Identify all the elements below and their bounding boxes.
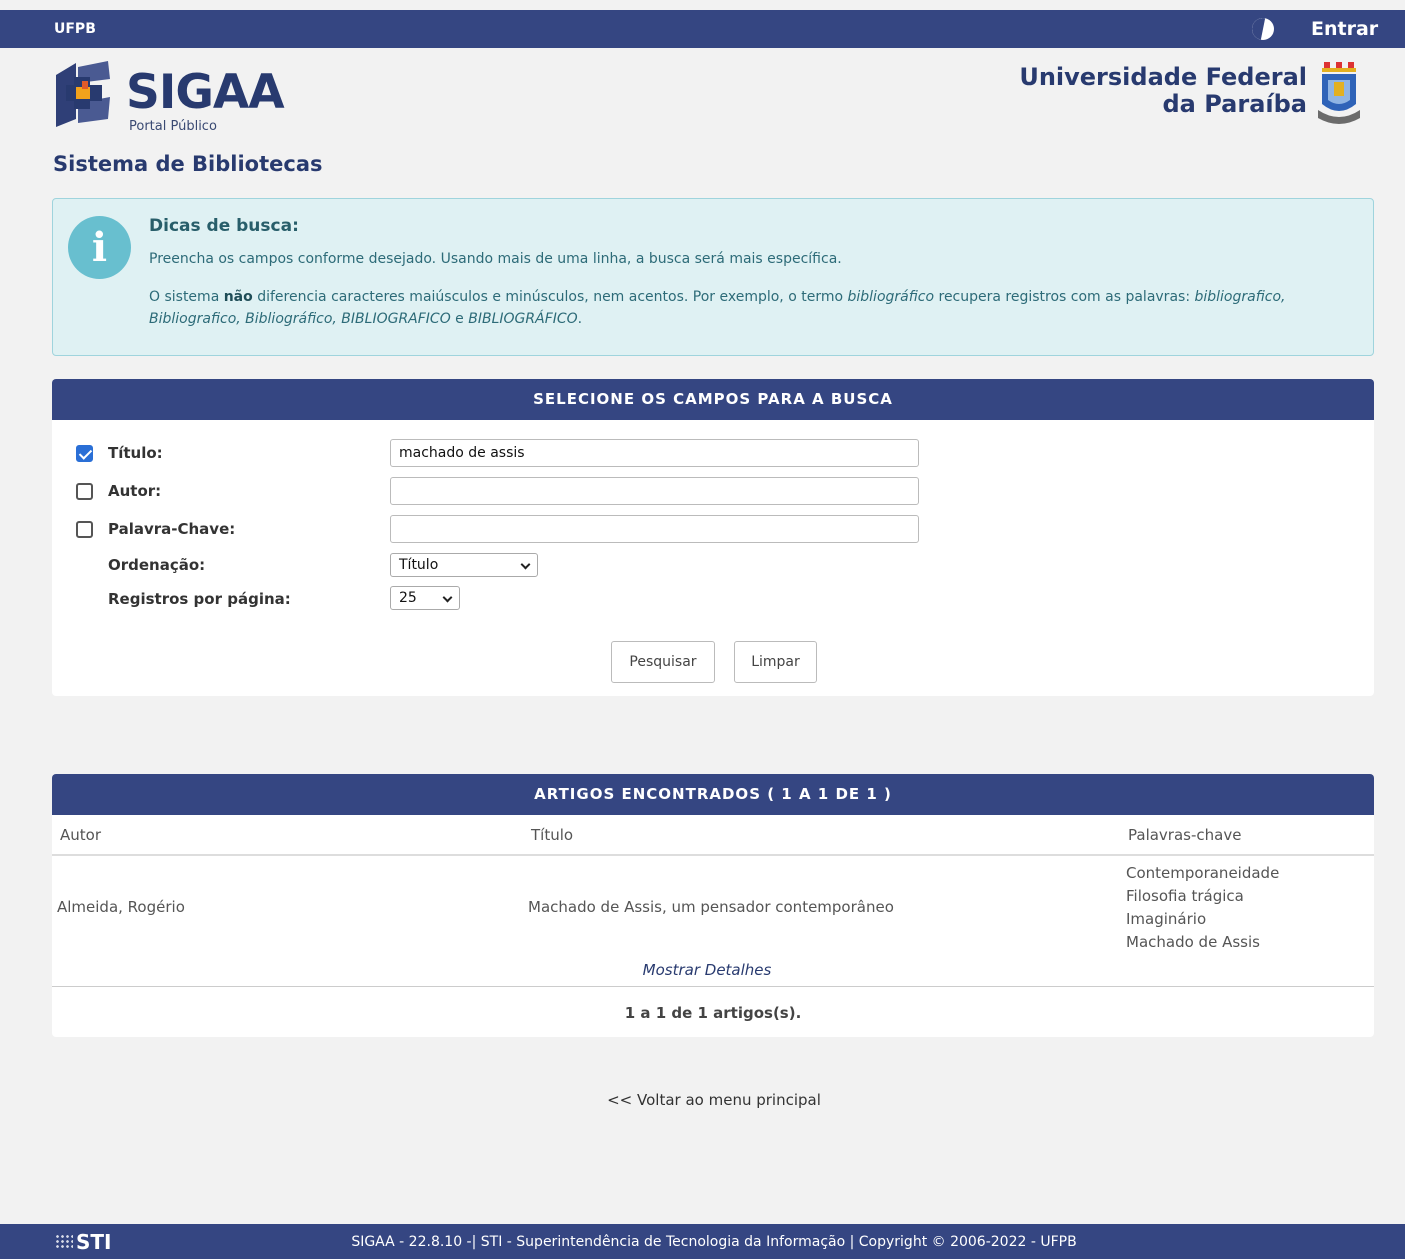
system-name: SIGAA [126,65,285,120]
column-header-keywords: Palavras-chave [1128,826,1242,844]
ordering-select[interactable]: Título [390,553,538,577]
ordering-label: Ordenação: [108,556,206,574]
row-keywords: Contemporaneidade Filosofia trágica Imag… [1126,862,1279,954]
per-page-select[interactable]: 25 [390,586,460,610]
results-header: ARTIGOS ENCONTRADOS ( 1 A 1 DE 1 ) [52,774,1374,815]
keyword-label: Palavra-Chave: [108,520,236,538]
contrast-icon[interactable] [1252,18,1274,40]
site-footer: STI SIGAA - 22.8.10 -| STI - Superintend… [0,1224,1405,1259]
results-divider [52,986,1374,987]
footer-copyright: SIGAA - 22.8.10 -| STI - Superintendênci… [351,1234,1077,1250]
per-page-value: 25 [399,590,417,606]
chevron-down-icon [520,559,531,570]
tips-line-2: O sistema não diferencia caracteres maiú… [149,289,1286,327]
column-header-title: Título [531,826,574,844]
university-line-1: Universidade Federal [1019,63,1307,91]
author-checkbox[interactable] [76,483,93,500]
row-title: Machado de Assis, um pensador contemporâ… [528,898,894,916]
university-name: Universidade Federal da Paraíba [1019,64,1307,118]
row-author: Almeida, Rogério [57,898,185,916]
info-icon: i [68,216,131,279]
keyword-item: Contemporaneidade [1126,864,1280,882]
university-line-2: da Paraíba [1162,90,1307,118]
keyword-checkbox[interactable] [76,521,93,538]
university-crest-icon [1318,62,1360,124]
author-label: Autor: [108,482,162,500]
title-input[interactable]: machado de assis [390,439,919,467]
keyword-item: Machado de Assis [1126,933,1260,951]
tips-title: Dicas de busca: [149,216,299,236]
site-header: SIGAA Portal Público Universidade Federa… [0,48,1405,140]
institution-label: UFPB [54,21,96,37]
author-input[interactable] [390,477,919,505]
results-count: 1 a 1 de 1 artigos(s). [624,1004,802,1022]
title-label: Título: [108,444,163,462]
keyword-item: Imaginário [1126,910,1207,928]
sigaa-logo-icon [56,61,110,127]
page-title: Sistema de Bibliotecas [53,152,323,176]
keyword-item: Filosofia trágica [1126,887,1244,905]
chevron-down-icon [442,592,453,603]
search-form-panel: SELECIONE OS CAMPOS PARA A BUSCA Título:… [52,379,1374,696]
column-header-author: Autor [60,826,101,844]
search-button[interactable]: Pesquisar [611,641,715,683]
tips-line-1: Preencha os campos conforme desejado. Us… [149,251,842,267]
login-link[interactable]: Entrar [1311,18,1378,40]
ordering-value: Título [399,557,439,573]
keyword-input[interactable] [390,515,919,543]
search-form-header: SELECIONE OS CAMPOS PARA A BUSCA [52,379,1374,420]
top-bar: UFPB Entrar [0,10,1405,48]
show-details-link[interactable]: Mostrar Detalhes [52,961,1362,979]
per-page-label: Registros por página: [108,590,291,608]
portal-subtitle: Portal Público [129,119,217,134]
clear-button[interactable]: Limpar [734,641,817,683]
back-to-menu-link[interactable]: << Voltar ao menu principal [0,1091,1405,1109]
title-checkbox[interactable] [76,445,93,462]
results-panel: ARTIGOS ENCONTRADOS ( 1 A 1 DE 1 ) Autor… [52,774,1374,1037]
search-tips-box: i Dicas de busca: Preencha os campos con… [52,198,1374,356]
